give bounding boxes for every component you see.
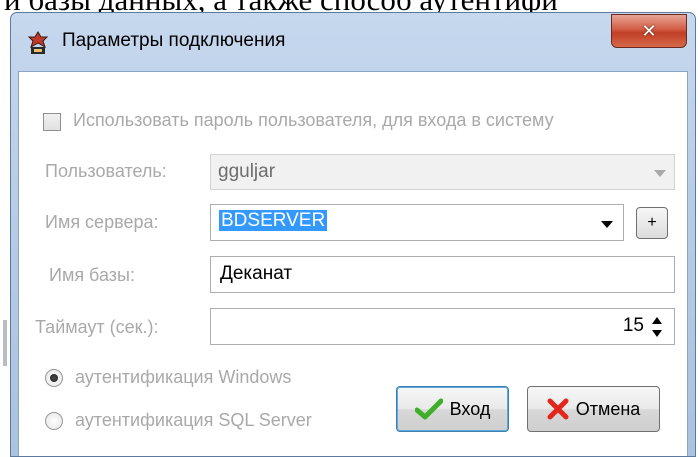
- server-label: Имя сервера:: [45, 212, 159, 232]
- radio-selected-dot: [50, 374, 58, 382]
- chevron-down-icon: [601, 221, 613, 228]
- db-value: Деканат: [220, 263, 293, 284]
- auth-windows-label: аутентификация Windows: [75, 367, 292, 387]
- add-server-button[interactable]: +: [636, 207, 668, 239]
- login-button-label: Вход: [449, 398, 491, 419]
- timeout-spinner[interactable]: 15: [210, 308, 675, 345]
- auth-windows-radio[interactable]: [45, 369, 63, 387]
- cancel-button-label: Отмена: [575, 398, 641, 419]
- chevron-down-icon: [654, 170, 666, 177]
- user-combobox[interactable]: gguljar: [210, 154, 675, 190]
- cancel-button[interactable]: Отмена: [527, 386, 660, 432]
- check-icon: [414, 398, 443, 420]
- db-label: Имя базы:: [49, 265, 135, 285]
- server-value: BDSERVER: [219, 210, 328, 231]
- close-button[interactable]: ✕: [611, 14, 687, 48]
- left-edge: [0, 20, 10, 457]
- spin-down-icon[interactable]: [652, 330, 662, 337]
- scroll-mark: [3, 320, 7, 366]
- spin-up-icon[interactable]: [652, 317, 662, 324]
- user-value: gguljar: [218, 161, 276, 182]
- plus-icon: +: [647, 214, 657, 231]
- auth-sql-radio[interactable]: [45, 412, 63, 430]
- title-bar[interactable]: Параметры подключения ✕: [11, 13, 695, 71]
- connection-dialog: Параметры подключения ✕ Использовать пар…: [10, 12, 696, 457]
- window-title: Параметры подключения: [62, 30, 286, 51]
- app-icon: [27, 31, 49, 54]
- dialog-body: Использовать пароль пользователя, для вх…: [18, 71, 688, 456]
- user-label: Пользователь:: [45, 161, 167, 181]
- auth-sql-label: аутентификация SQL Server: [75, 410, 312, 430]
- timeout-label: Таймаут (сек.):: [35, 317, 159, 337]
- login-button[interactable]: Вход: [396, 386, 509, 432]
- timeout-value: 15: [622, 315, 644, 336]
- use-password-checkbox[interactable]: [43, 113, 61, 131]
- cancel-x-icon: [547, 398, 569, 420]
- db-name-input[interactable]: Деканат: [210, 256, 675, 293]
- server-combobox[interactable]: BDSERVER: [210, 204, 624, 241]
- use-password-label: Использовать пароль пользователя, для вх…: [73, 110, 554, 130]
- close-icon: ✕: [641, 20, 657, 42]
